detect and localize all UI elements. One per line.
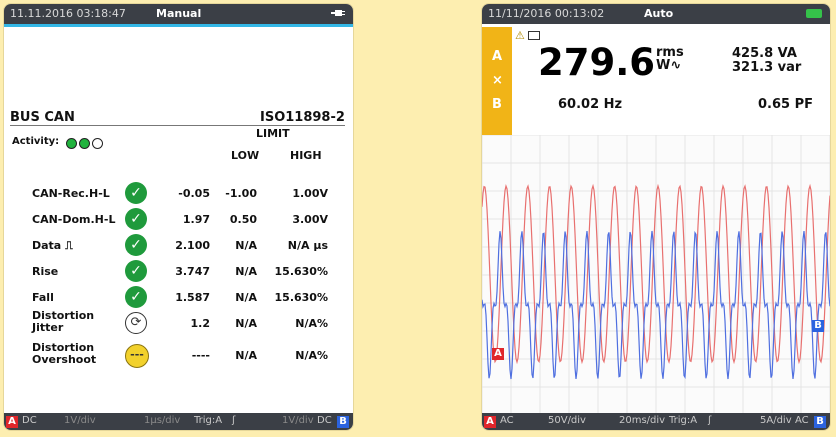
row-name: Fall bbox=[32, 291, 54, 304]
row-name: CAN-Dom.H-L bbox=[32, 213, 116, 226]
side-label-a: A bbox=[492, 49, 503, 64]
activity-dot-3 bbox=[92, 138, 103, 149]
power-value: 279.6 bbox=[538, 41, 656, 84]
row-name: Rise bbox=[32, 265, 59, 278]
bus-health-screen: 11.11.2016 03:18:47 Manual BUS CAN ISO11… bbox=[4, 4, 353, 430]
row-name: Data ⎍ bbox=[32, 239, 73, 252]
row-high-limit: 15.630% bbox=[274, 265, 328, 278]
power-factor: 0.65 PF bbox=[758, 97, 814, 112]
activity-dot-1 bbox=[66, 138, 77, 149]
row-low-limit: 0.50 bbox=[229, 213, 257, 226]
frequency: 60.02 Hz bbox=[558, 97, 623, 112]
trace-b-marker: B bbox=[812, 320, 824, 332]
row-low-limit: N/A bbox=[235, 317, 257, 330]
row-value: 1.2 bbox=[190, 317, 211, 330]
row-low-limit: N/A bbox=[235, 349, 257, 362]
row-low-limit: N/A bbox=[235, 291, 257, 304]
channel-a-badge[interactable]: A bbox=[6, 416, 18, 428]
row-high-limit: 3.00V bbox=[292, 213, 328, 226]
row-low-limit: N/A bbox=[235, 265, 257, 278]
accent-line bbox=[4, 24, 353, 27]
status-bar: 11.11.2016 03:18:47 Manual bbox=[4, 4, 353, 24]
side-label-multiply: × bbox=[492, 73, 503, 88]
status-ok-icon: ✓ bbox=[125, 286, 147, 308]
side-label-b: B bbox=[492, 97, 502, 112]
high-header: HIGH bbox=[290, 149, 322, 162]
row-value: -0.05 bbox=[178, 187, 210, 200]
apparent-power: 425.8 VA bbox=[732, 46, 797, 61]
row-value: ---- bbox=[191, 349, 210, 362]
row-high-limit: 1.00V bbox=[292, 187, 328, 200]
row-value: 1.587 bbox=[175, 291, 210, 304]
row-high-limit: 15.630% bbox=[274, 291, 328, 304]
trigger-label: Trig:A bbox=[669, 415, 698, 426]
scope-icon bbox=[528, 31, 540, 40]
channel-b-badge[interactable]: B bbox=[814, 416, 826, 428]
row-low-limit: N/A bbox=[235, 239, 257, 252]
trigger-edge-icon: ʃ bbox=[232, 415, 236, 426]
trace-a-marker: A bbox=[492, 348, 504, 360]
mode-label: Auto bbox=[644, 7, 674, 20]
unit-watt-ac: W∿ bbox=[656, 58, 682, 73]
status-ok-icon: ✓ bbox=[125, 234, 147, 256]
timebase: 1µs/div bbox=[144, 415, 181, 426]
reactive-power: 321.3 var bbox=[732, 60, 802, 75]
channel-a-coupling: AC bbox=[500, 415, 514, 426]
status-bar: 11/11/2016 00:13:02 Auto bbox=[482, 4, 830, 24]
status-ok-icon: ✓ bbox=[125, 208, 147, 230]
power-scope-screen: 11/11/2016 00:13:02 Auto A × B ⚠ 279.6 r… bbox=[482, 4, 830, 430]
row-high-limit: N/A% bbox=[295, 317, 328, 330]
channel-b-coupling: DC bbox=[317, 415, 332, 426]
channel-b-scale: 1V/div bbox=[282, 415, 314, 426]
row-high-limit: N/A µs bbox=[287, 239, 328, 252]
status-ok-icon: ✓ bbox=[125, 182, 147, 204]
scale-bar: A DC 1V/div 1µs/div Trig:A ʃ 1V/div DC B bbox=[4, 413, 353, 430]
row-name: CAN-Rec.H-L bbox=[32, 187, 110, 200]
status-ok-icon: ✓ bbox=[125, 260, 147, 282]
row-value: 2.100 bbox=[175, 239, 210, 252]
activity-label: Activity: bbox=[12, 136, 60, 147]
row-name-line2: Overshoot bbox=[32, 353, 97, 366]
row-value: 1.97 bbox=[182, 213, 210, 226]
channel-a-badge[interactable]: A bbox=[484, 416, 496, 428]
channel-a-scale: 50V/div bbox=[548, 415, 586, 426]
status-refresh-icon: ⟳ bbox=[125, 312, 147, 334]
waveform-plot bbox=[482, 134, 830, 413]
title-divider bbox=[10, 125, 345, 126]
scale-bar: A AC 50V/div 20ms/div Trig:A ʃ 5A/div AC… bbox=[482, 413, 830, 430]
standard-label: ISO11898-2 bbox=[260, 110, 345, 125]
status-warning-icon: --- bbox=[125, 344, 149, 368]
limit-header: LIMIT bbox=[256, 127, 290, 140]
channel-b-badge[interactable]: B bbox=[337, 416, 349, 428]
low-header: LOW bbox=[231, 149, 260, 162]
battery-icon bbox=[806, 9, 822, 18]
timebase: 20ms/div bbox=[619, 415, 666, 426]
channel-b-coupling: AC bbox=[795, 415, 809, 426]
mode-label: Manual bbox=[156, 7, 202, 20]
row-low-limit: -1.00 bbox=[225, 187, 257, 200]
measurement-panel: ⚠ 279.6 rms W∿ 425.8 VA 321.3 var 60.02 … bbox=[512, 27, 830, 136]
row-value: 3.747 bbox=[175, 265, 210, 278]
channel-b-scale: 5A/div bbox=[760, 415, 792, 426]
activity-dot-2 bbox=[79, 138, 90, 149]
warning-icon: ⚠ bbox=[515, 29, 525, 42]
datetime: 11/11/2016 00:13:02 bbox=[488, 7, 605, 20]
row-name-line2: Jitter bbox=[32, 321, 64, 334]
trigger-label: Trig:A bbox=[194, 415, 223, 426]
channel-a-coupling: DC bbox=[22, 415, 37, 426]
row-high-limit: N/A% bbox=[295, 349, 328, 362]
trigger-edge-icon: ʃ bbox=[708, 415, 712, 426]
channel-a-scale: 1V/div bbox=[64, 415, 96, 426]
waveform-area[interactable]: A B bbox=[482, 134, 830, 413]
bus-title: BUS CAN bbox=[10, 110, 75, 125]
channel-sidebar[interactable]: A × B bbox=[482, 27, 512, 135]
datetime: 11.11.2016 03:18:47 bbox=[10, 7, 126, 20]
power-plug-icon bbox=[331, 8, 345, 17]
